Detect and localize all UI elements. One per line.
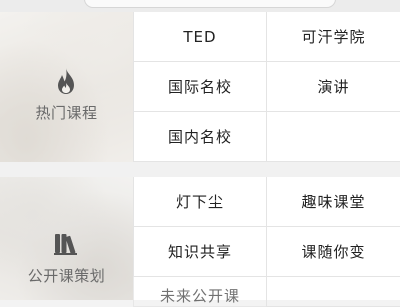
category-panel-planning[interactable]: 公开课策划 xyxy=(0,177,133,300)
section-divider xyxy=(0,162,400,177)
course-grid: TED 可汗学院 国际名校 演讲 国内名校 xyxy=(133,12,400,162)
grid-item-label: 演讲 xyxy=(317,78,350,96)
grid-item-knowledge-sharing[interactable]: 知识共享 xyxy=(133,227,266,277)
grid-item-khan-academy[interactable]: 可汗学院 xyxy=(266,12,400,62)
section-hot-courses: 热门课程 TED 可汗学院 国际名校 演讲 国内名校 xyxy=(0,12,400,162)
grid-item-domestic-universities[interactable]: 国内名校 xyxy=(133,112,266,162)
category-panel-hot[interactable]: 热门课程 xyxy=(0,12,133,162)
grid-item-label: 国内名校 xyxy=(167,128,232,146)
course-grid: 灯下尘 趣味课堂 知识共享 课随你变 未来公开课 xyxy=(133,177,400,307)
category-label: 公开课策划 xyxy=(27,267,106,285)
grid-item-label: 课随你变 xyxy=(301,243,366,261)
grid-item-label: TED xyxy=(183,27,217,46)
grid-item-label: 未来公开课 xyxy=(159,287,240,305)
grid-item-label: 知识共享 xyxy=(167,243,232,261)
grid-item-course-changes[interactable]: 课随你变 xyxy=(266,227,400,277)
top-bar xyxy=(0,0,400,12)
grid-item-label: 国际名校 xyxy=(167,78,232,96)
flame-icon xyxy=(58,68,74,94)
grid-item-label: 趣味课堂 xyxy=(301,193,366,211)
grid-item-lamp-dust[interactable]: 灯下尘 xyxy=(133,177,266,227)
section-open-course-planning: 公开课策划 灯下尘 趣味课堂 知识共享 课随你变 未来公开课 xyxy=(0,177,400,307)
grid-item-label: 灯下尘 xyxy=(175,193,224,211)
grid-item-fun-classroom[interactable]: 趣味课堂 xyxy=(266,177,400,227)
books-icon xyxy=(54,234,77,255)
search-bar[interactable] xyxy=(84,0,336,8)
category-label: 热门课程 xyxy=(35,104,98,122)
grid-item-empty xyxy=(266,112,400,162)
grid-item-speeches[interactable]: 演讲 xyxy=(266,62,400,112)
grid-item-ted[interactable]: TED xyxy=(133,12,266,62)
grid-item-international-universities[interactable]: 国际名校 xyxy=(133,62,266,112)
grid-item-future-open-course[interactable]: 未来公开课 xyxy=(133,277,266,307)
grid-item-empty xyxy=(266,277,400,307)
grid-item-label: 可汗学院 xyxy=(301,28,366,46)
